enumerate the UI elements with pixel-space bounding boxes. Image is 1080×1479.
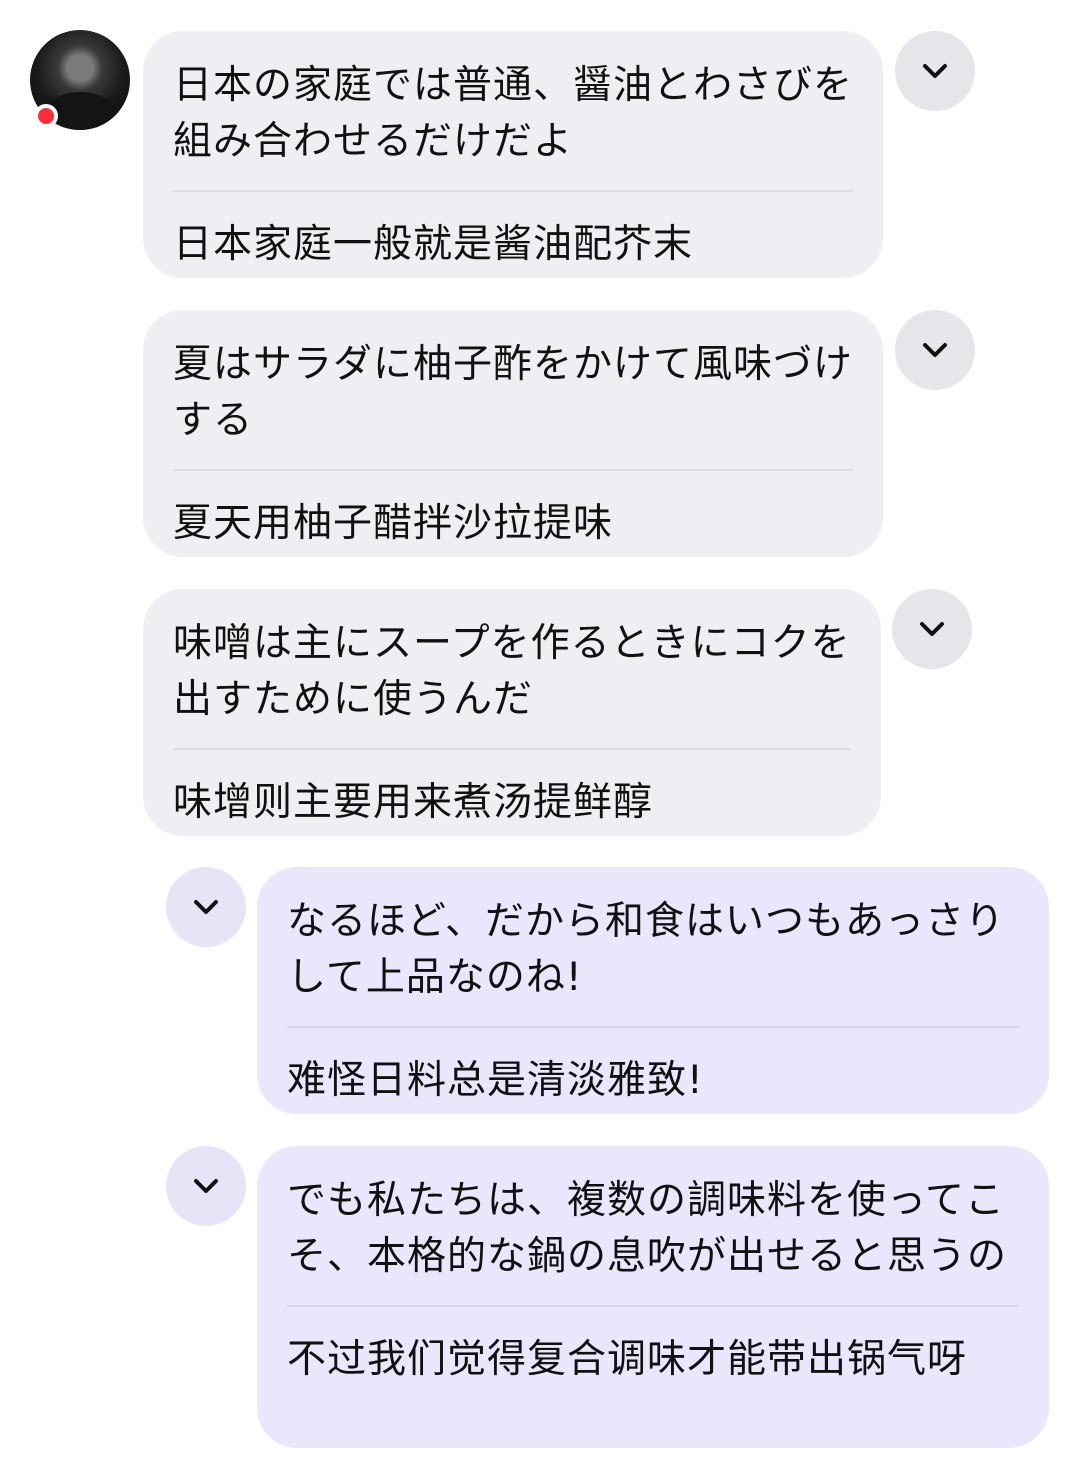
message-original-text: 日本の家庭では普通、醤油とわさびを組み合わせるだけだよ	[173, 58, 853, 192]
translation-toggle-button[interactable]	[166, 1146, 246, 1226]
message-translation-text: 不过我们觉得复合调味才能带出锅气呀	[287, 1337, 968, 1382]
message-bubble-outgoing[interactable]: なるほど、だから和食はいつもあっさりして上品なのね! 难怪日料总是清淡雅致!	[257, 867, 1049, 1114]
message-bubble-incoming[interactable]: 味噌は主にスープを作るときにコクを出すために使うんだ 味增则主要用来煮汤提鲜醇	[143, 589, 881, 836]
translation-toggle-button[interactable]	[895, 310, 975, 390]
message-translation-text: 日本家庭一般就是酱油配芥末	[173, 222, 694, 267]
message-translation-text: 难怪日料总是清淡雅致!	[287, 1058, 704, 1103]
message-bubble-incoming[interactable]: 夏はサラダに柚子酢をかけて風味づけする 夏天用柚子醋拌沙拉提味	[143, 310, 883, 557]
message-translation-text: 味增则主要用来煮汤提鲜醇	[173, 780, 654, 825]
translation-toggle-button[interactable]	[166, 867, 246, 947]
online-status-dot	[34, 104, 58, 128]
message-bubble-incoming[interactable]: 日本の家庭では普通、醤油とわさびを組み合わせるだけだよ 日本家庭一般就是酱油配芥…	[143, 31, 883, 278]
message-original-text: でも私たちは、複数の調味料を使ってこそ、本格的な鍋の息吹が出せると思うの	[287, 1173, 1019, 1307]
message-original-text: 味噌は主にスープを作るときにコクを出すために使うんだ	[173, 616, 851, 750]
chevron-down-icon	[923, 343, 947, 357]
translation-toggle-button[interactable]	[892, 589, 972, 669]
chevron-down-icon	[923, 64, 947, 78]
message-bubble-outgoing[interactable]: でも私たちは、複数の調味料を使ってこそ、本格的な鍋の息吹が出せると思うの 不过我…	[257, 1146, 1049, 1448]
message-original-text: なるほど、だから和食はいつもあっさりして上品なのね!	[287, 894, 1019, 1028]
message-translation-text: 夏天用柚子醋拌沙拉提味	[173, 501, 614, 546]
message-original-text: 夏はサラダに柚子酢をかけて風味づけする	[173, 337, 853, 471]
chevron-down-icon	[194, 900, 218, 914]
chevron-down-icon	[194, 1179, 218, 1193]
chevron-down-icon	[920, 622, 944, 636]
translation-toggle-button[interactable]	[895, 31, 975, 111]
